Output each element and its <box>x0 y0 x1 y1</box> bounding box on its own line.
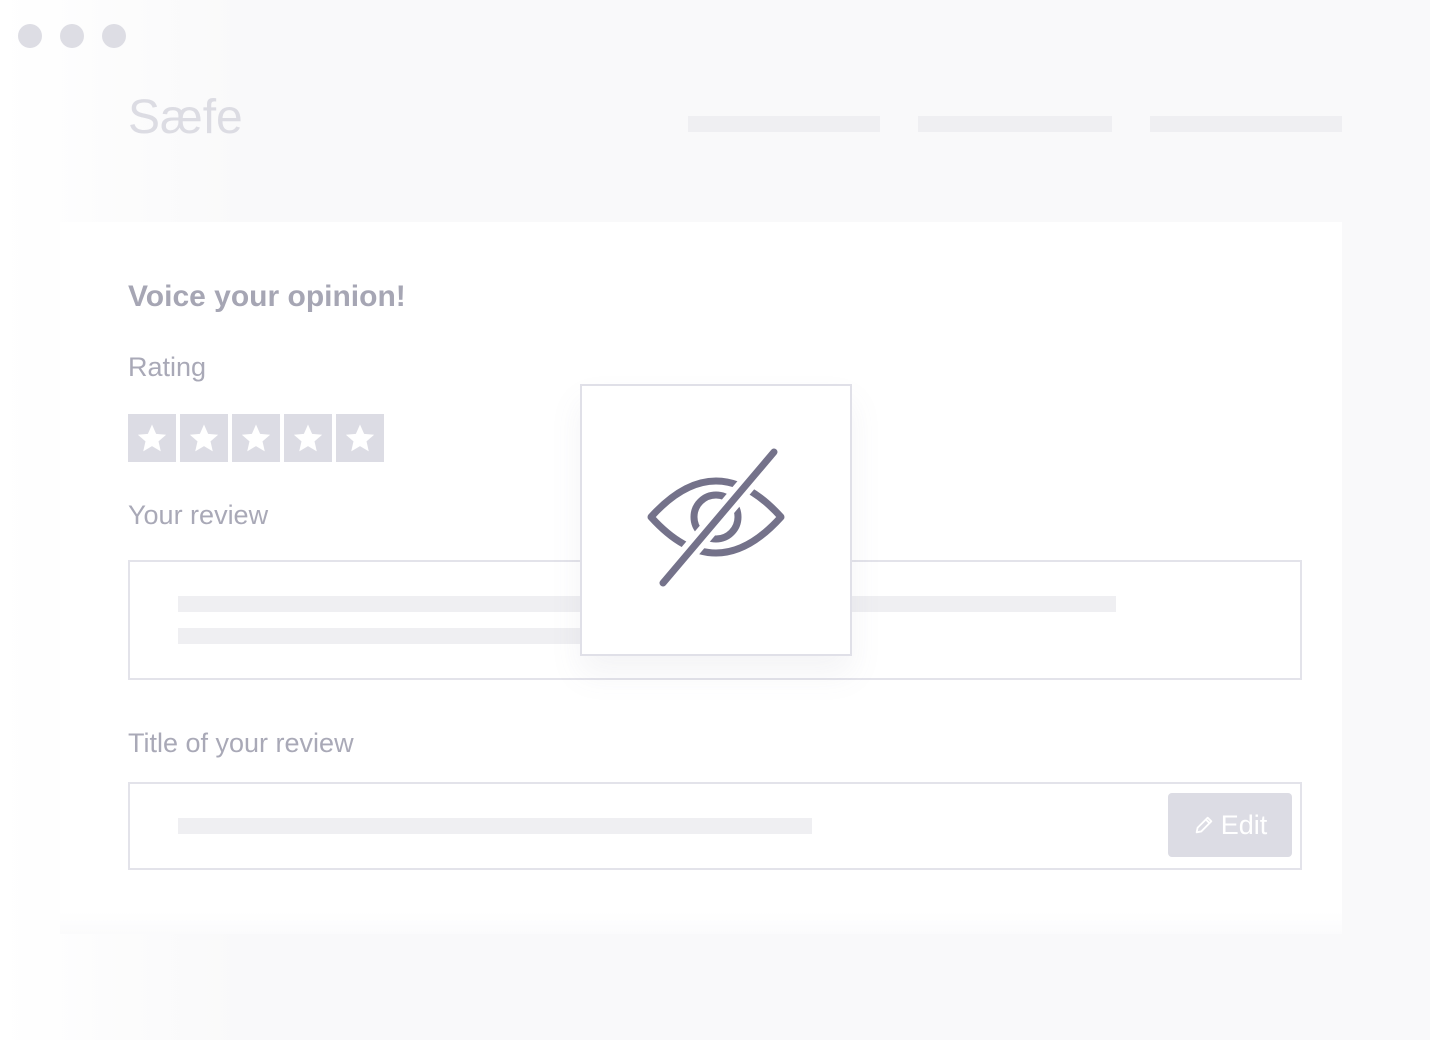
edit-button-label: Edit <box>1220 809 1268 840</box>
site-logo[interactable]: Sæfe <box>128 90 243 146</box>
star-icon <box>345 424 375 452</box>
window-maximize-dot[interactable] <box>102 24 126 48</box>
star-4[interactable] <box>284 414 332 462</box>
text-placeholder-line <box>178 818 812 834</box>
window-close-dot[interactable] <box>18 24 42 48</box>
review-title-input[interactable]: Edit <box>128 782 1302 870</box>
star-icon <box>241 424 271 452</box>
window-minimize-dot[interactable] <box>60 24 84 48</box>
nav-item-placeholder[interactable] <box>688 116 880 132</box>
title-label: Title of your review <box>128 728 354 758</box>
text-placeholder-line <box>178 628 598 644</box>
review-label: Your review <box>128 500 269 530</box>
browser-window: Sæfe Voice your opinion! Rating Your rev… <box>0 0 1430 1040</box>
eye-slash-icon <box>647 446 785 589</box>
nav-item-placeholder[interactable] <box>918 116 1112 132</box>
edit-button[interactable]: Edit <box>1168 793 1292 857</box>
star-icon <box>137 424 167 452</box>
star-5[interactable] <box>336 414 384 462</box>
star-rating[interactable] <box>128 414 384 462</box>
star-3[interactable] <box>232 414 280 462</box>
pencil-icon <box>1195 816 1212 834</box>
star-2[interactable] <box>180 414 228 462</box>
window-controls <box>18 24 126 48</box>
hidden-content-overlay <box>580 384 852 656</box>
form-heading: Voice your opinion! <box>128 280 406 313</box>
star-icon <box>293 424 323 452</box>
nav-item-placeholder[interactable] <box>1150 116 1342 132</box>
rating-label: Rating <box>128 352 207 382</box>
star-1[interactable] <box>128 414 176 462</box>
star-icon <box>189 424 219 452</box>
